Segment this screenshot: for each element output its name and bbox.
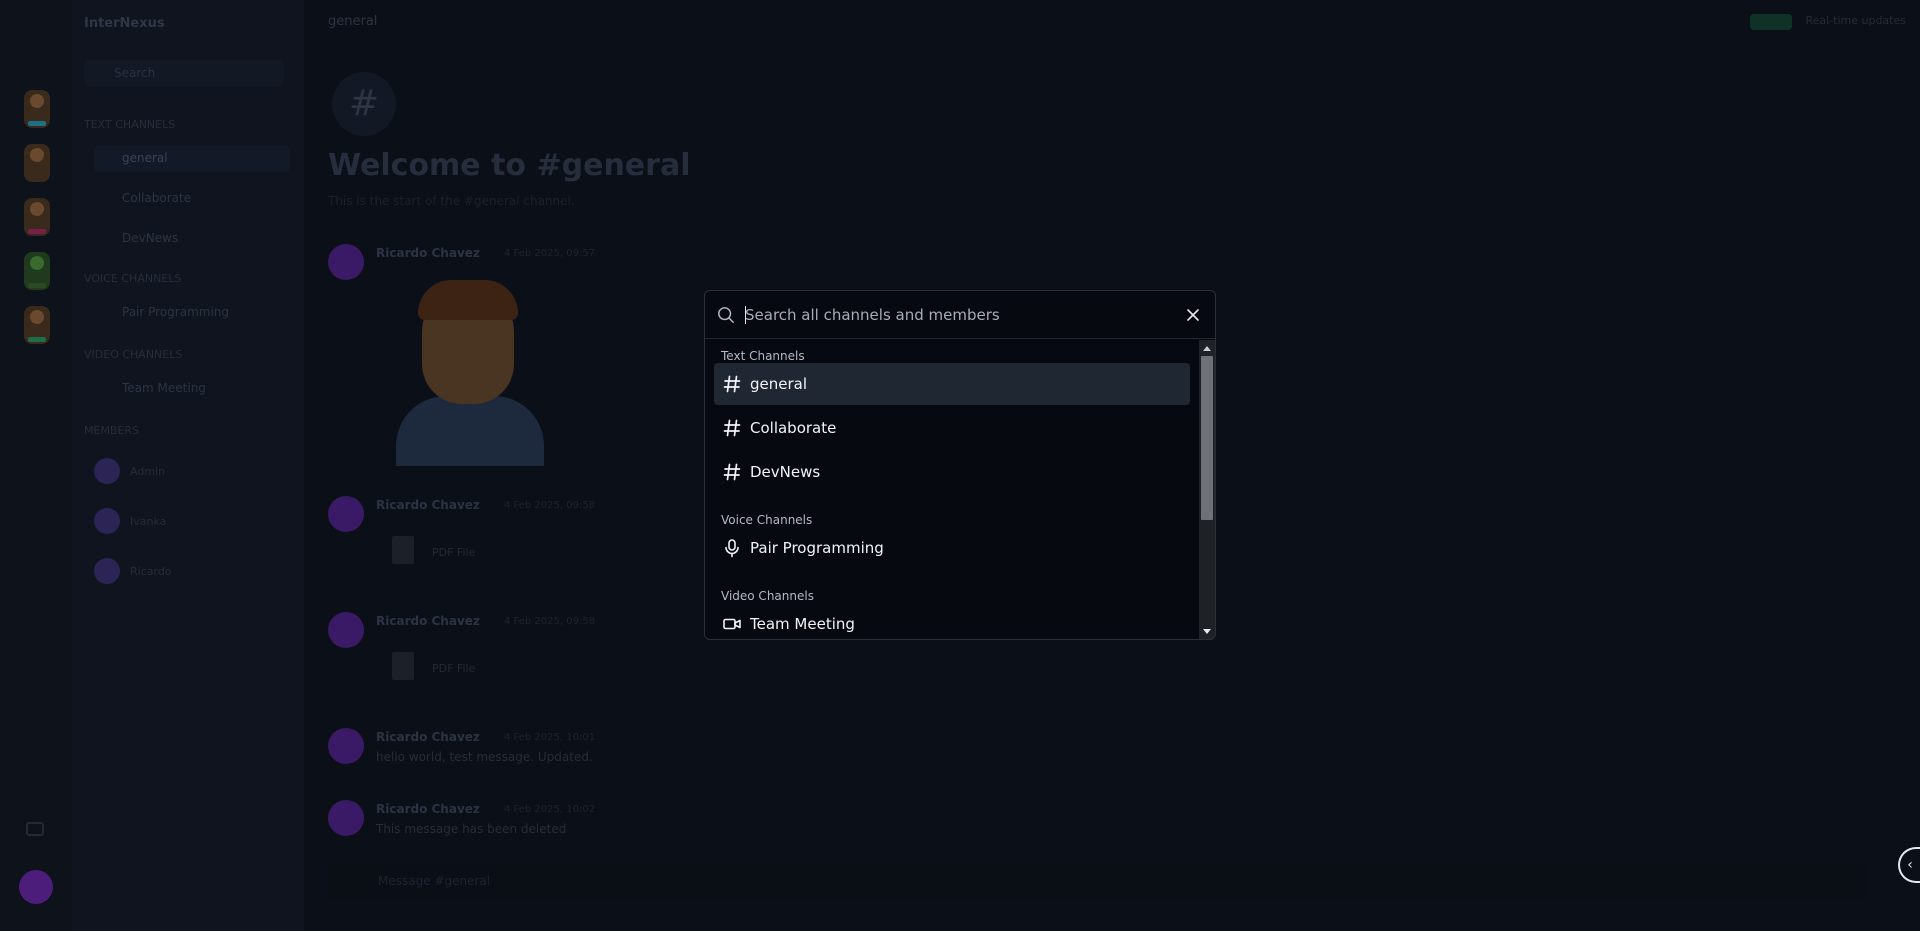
result-label: DevNews bbox=[750, 463, 821, 481]
section-members: MEMBERS bbox=[84, 424, 140, 437]
sidebar-search[interactable]: Search bbox=[84, 60, 284, 86]
message-author[interactable]: Ricardo Chavez bbox=[376, 730, 480, 744]
welcome-title: Welcome to #general bbox=[328, 148, 691, 183]
group-title-voice-channels: Voice Channels bbox=[721, 513, 813, 527]
result-label: Pair Programming bbox=[750, 539, 884, 557]
message-author[interactable]: Ricardo Chavez bbox=[376, 802, 480, 816]
hash-icon bbox=[723, 375, 741, 393]
message-avatar[interactable] bbox=[328, 800, 364, 836]
file-icon[interactable] bbox=[392, 536, 414, 564]
member-name[interactable]: Admin bbox=[130, 465, 165, 478]
close-icon[interactable] bbox=[1183, 305, 1203, 325]
channel-sidebar: InterNexus Search TEXT CHANNELS general … bbox=[72, 0, 304, 931]
search-modal: Text Channels general Collaborate DevNew… bbox=[704, 290, 1216, 640]
status-badge bbox=[1750, 14, 1792, 30]
result-video-team-meeting[interactable]: Team Meeting bbox=[714, 603, 1190, 639]
channel-hash-icon: # bbox=[332, 72, 396, 136]
server-avatar[interactable] bbox=[24, 252, 50, 290]
member-avatar[interactable] bbox=[94, 508, 120, 534]
message-time: 4 Feb 2025, 09:57 bbox=[504, 248, 596, 259]
scroll-up-arrow-icon[interactable] bbox=[1203, 346, 1211, 351]
sidebar-channel-collaborate[interactable]: Collaborate bbox=[94, 186, 290, 212]
server-avatar[interactable] bbox=[24, 306, 50, 344]
hash-icon bbox=[723, 463, 741, 481]
member-name[interactable]: Ivanka bbox=[130, 515, 166, 528]
search-input[interactable] bbox=[745, 302, 1165, 328]
header-right-text: Real-time updates bbox=[1805, 14, 1906, 27]
search-results-list[interactable]: Text Channels general Collaborate DevNew… bbox=[705, 340, 1199, 639]
message-composer[interactable]: Message #general bbox=[328, 864, 1868, 900]
sidebar-channel-team-meeting[interactable]: Team Meeting bbox=[94, 376, 290, 402]
group-title-text-channels: Text Channels bbox=[721, 349, 805, 363]
member-avatar[interactable] bbox=[94, 558, 120, 584]
result-channel-collaborate[interactable]: Collaborate bbox=[714, 407, 1190, 449]
message-avatar[interactable] bbox=[328, 496, 364, 532]
message-author[interactable]: Ricardo Chavez bbox=[376, 498, 480, 512]
server-avatar[interactable] bbox=[24, 198, 50, 236]
hash-icon bbox=[723, 419, 741, 437]
scroll-down-arrow-icon[interactable] bbox=[1203, 629, 1211, 634]
microphone-icon bbox=[725, 539, 739, 558]
member-avatar[interactable] bbox=[94, 458, 120, 484]
message-time: 4 Feb 2025, 09:58 bbox=[504, 500, 596, 511]
file-name[interactable]: PDF File bbox=[432, 546, 475, 559]
file-icon[interactable] bbox=[392, 652, 414, 680]
message-time: 4 Feb 2025, 09:58 bbox=[504, 616, 596, 627]
sidebar-channel-general[interactable]: general bbox=[94, 146, 290, 172]
server-rail bbox=[0, 0, 72, 931]
section-video-channels: VIDEO CHANNELS bbox=[84, 348, 183, 361]
server-avatar[interactable] bbox=[24, 90, 50, 128]
channel-header: general bbox=[328, 14, 378, 29]
text-caret bbox=[745, 306, 746, 324]
results-scrollbar[interactable] bbox=[1199, 340, 1215, 639]
section-text-channels: TEXT CHANNELS bbox=[84, 118, 176, 131]
video-camera-icon bbox=[723, 618, 741, 630]
message-author[interactable]: Ricardo Chavez bbox=[376, 246, 480, 260]
message-avatar[interactable] bbox=[328, 612, 364, 648]
member-name[interactable]: Ricardo bbox=[130, 565, 172, 578]
message-time: 4 Feb 2025, 10:01 bbox=[504, 732, 596, 743]
server-name[interactable]: InterNexus bbox=[84, 16, 165, 31]
search-modal-header bbox=[705, 291, 1215, 339]
message-text: This message has been deleted bbox=[376, 822, 567, 836]
message-author[interactable]: Ricardo Chavez bbox=[376, 614, 480, 628]
result-label: Team Meeting bbox=[750, 615, 855, 633]
server-avatar[interactable] bbox=[24, 144, 50, 182]
result-channel-general[interactable]: general bbox=[714, 363, 1190, 405]
message-avatar[interactable] bbox=[328, 728, 364, 764]
result-label: Collaborate bbox=[750, 419, 837, 437]
user-avatar[interactable] bbox=[19, 870, 53, 904]
file-name[interactable]: PDF File bbox=[432, 662, 475, 675]
sidebar-channel-devnews[interactable]: DevNews bbox=[94, 226, 290, 252]
group-title-video-channels: Video Channels bbox=[721, 589, 814, 603]
result-voice-pair-programming[interactable]: Pair Programming bbox=[714, 527, 1190, 569]
scrollbar-thumb[interactable] bbox=[1201, 356, 1213, 520]
message-text: hello world, test message. Updated. bbox=[376, 750, 593, 764]
bitmoji-image[interactable] bbox=[396, 276, 544, 466]
message-avatar[interactable] bbox=[328, 244, 364, 280]
search-icon bbox=[718, 307, 734, 323]
result-label: general bbox=[750, 375, 808, 393]
message-time: 4 Feb 2025, 10:02 bbox=[504, 804, 596, 815]
section-voice-channels: VOICE CHANNELS bbox=[84, 272, 182, 285]
sidebar-channel-pair-programming[interactable]: Pair Programming bbox=[94, 300, 290, 326]
expand-rail-icon[interactable] bbox=[26, 822, 44, 836]
welcome-subtitle: This is the start of the #general channe… bbox=[328, 194, 575, 208]
result-channel-devnews[interactable]: DevNews bbox=[714, 451, 1190, 493]
